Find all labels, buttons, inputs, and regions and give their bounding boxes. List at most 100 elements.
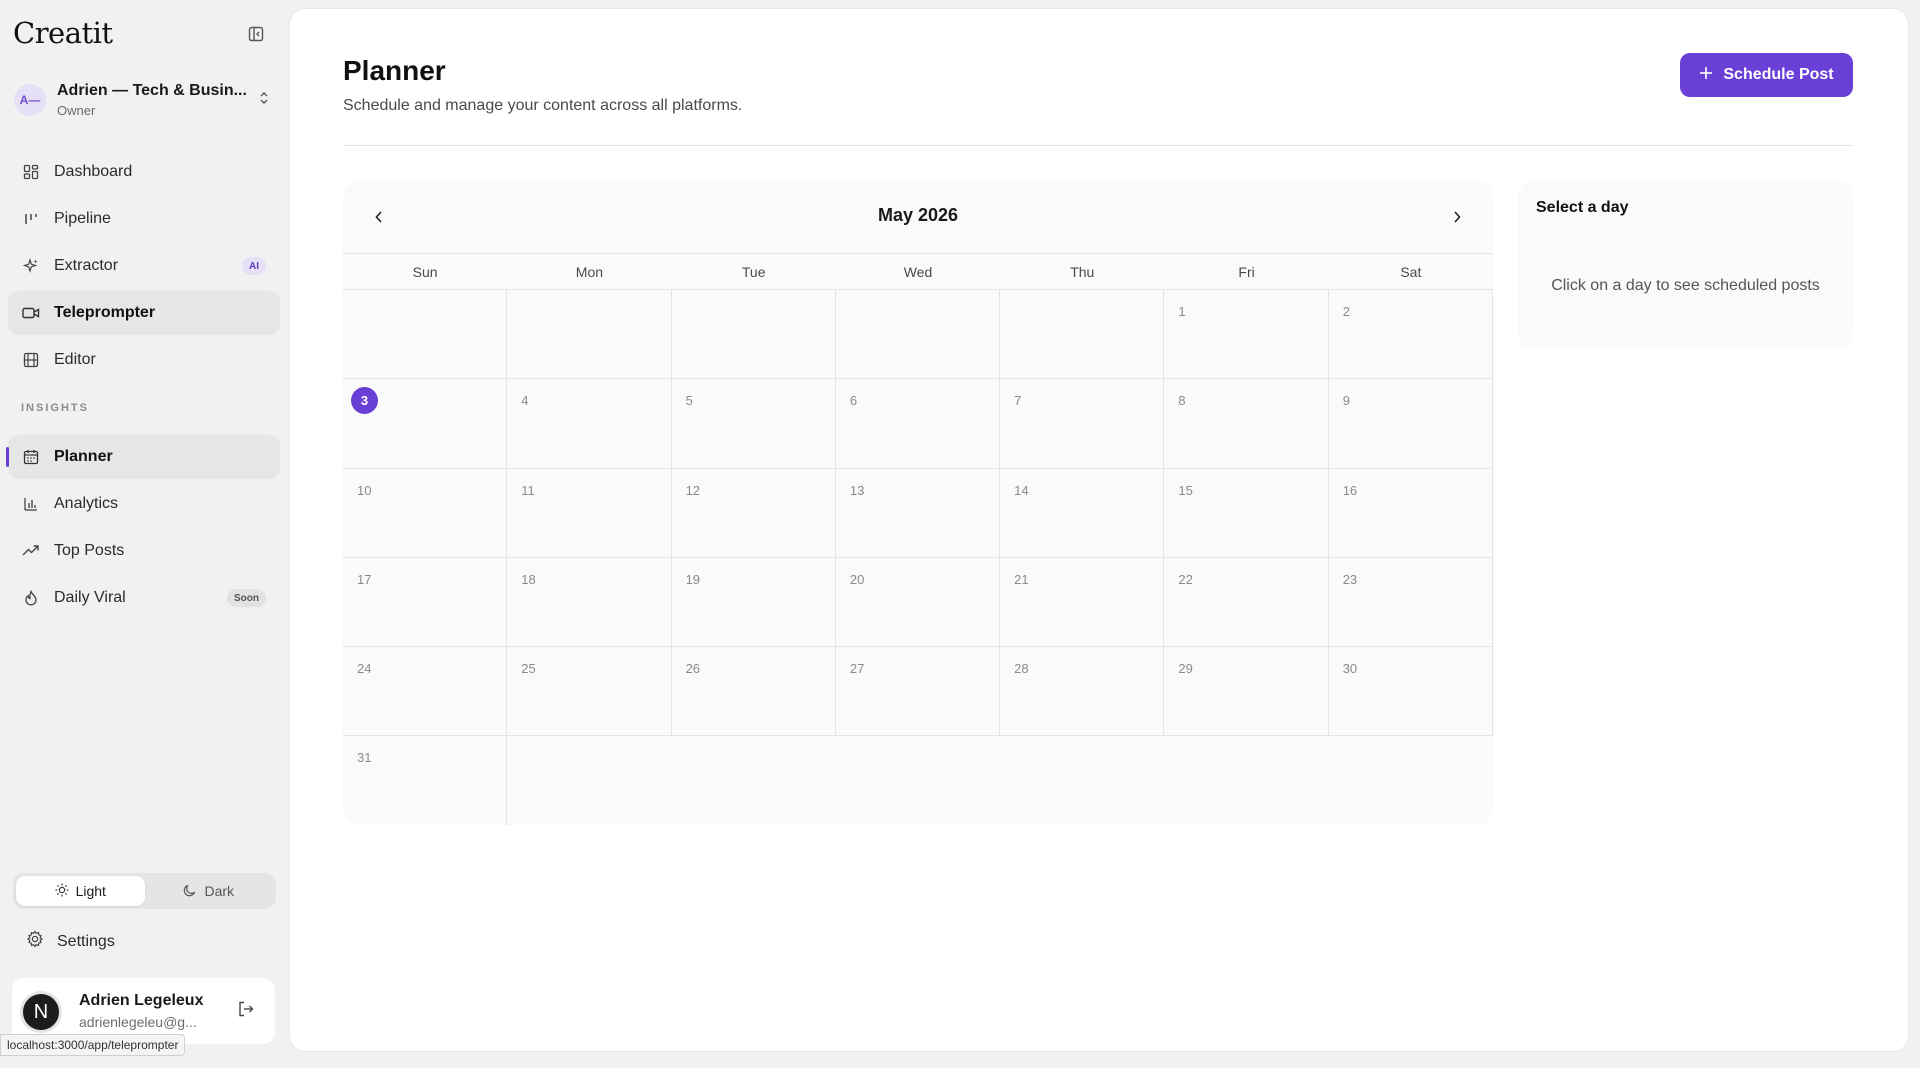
- sidebar-item-teleprompter[interactable]: Teleprompter: [8, 291, 280, 335]
- calendar-day[interactable]: 7: [1000, 379, 1165, 469]
- avatar: N: [20, 991, 62, 1033]
- calendar: May 2026 Sun Mon Tue Wed Thu Fri Sat 123456789…: [343, 181, 1493, 825]
- chevron-up-down-icon: [258, 90, 270, 111]
- settings-link[interactable]: Settings: [26, 930, 115, 953]
- calendar-day[interactable]: 26: [671, 647, 836, 737]
- calendar-empty-cell: [835, 290, 1001, 380]
- day-details-panel: Select a day Click on a day to see sched…: [1518, 181, 1853, 349]
- calendar-day[interactable]: 18: [507, 557, 672, 648]
- soon-badge: Soon: [227, 589, 266, 607]
- theme-light-button[interactable]: Light: [16, 876, 145, 906]
- calendar-empty-cell: [671, 290, 836, 380]
- workspace-switcher[interactable]: A— Adrien — Tech & Busin... Owner: [14, 80, 276, 120]
- calendar-day[interactable]: 10: [343, 468, 508, 558]
- calendar-day[interactable]: 30: [1328, 647, 1493, 737]
- theme-toggle: Light Dark: [13, 873, 276, 909]
- theme-dark-label: Dark: [204, 883, 235, 899]
- day-number: 7: [1014, 393, 1022, 409]
- calendar-empty-cell: [343, 290, 508, 380]
- schedule-post-label: Schedule Post: [1723, 66, 1834, 83]
- calendar-day[interactable]: 4: [507, 379, 672, 469]
- sidebar-item-label: Analytics: [54, 495, 119, 512]
- video-icon: [22, 304, 40, 322]
- calendar-day[interactable]: 8: [1164, 379, 1329, 469]
- moon-icon: [183, 883, 197, 900]
- calendar-day[interactable]: 19: [671, 557, 836, 648]
- ai-badge: AI: [242, 257, 266, 275]
- calendar-day[interactable]: 28: [1000, 647, 1165, 737]
- calendar-day[interactable]: 22: [1164, 557, 1329, 648]
- sidebar-item-label: Daily Viral: [54, 589, 126, 606]
- day-number: 13: [849, 482, 865, 498]
- calendar-day[interactable]: 15: [1164, 468, 1329, 558]
- link-status-url: localhost:3000/app/teleprompter: [0, 1034, 186, 1056]
- sidebar-item-pipeline[interactable]: Pipeline: [8, 197, 280, 241]
- sidebar-item-dashboard[interactable]: Dashboard: [8, 150, 280, 194]
- sidebar-item-label: Pipeline: [54, 210, 111, 227]
- sidebar-item-analytics[interactable]: Analytics: [8, 482, 280, 526]
- user-name: Adrien Legeleux: [79, 992, 204, 1009]
- calendar-empty-cell: [507, 290, 672, 380]
- day-number: 29: [1178, 661, 1193, 677]
- sidebar: Creatit A— Adrien — Tech & Busin... Owne…: [0, 0, 289, 1068]
- calendar-day[interactable]: 9: [1328, 379, 1493, 469]
- day-number: 16: [1342, 482, 1358, 498]
- day-number: 25: [521, 661, 536, 677]
- day-number: 20: [849, 571, 865, 587]
- calendar-day[interactable]: 5: [671, 379, 836, 469]
- calendar-day[interactable]: 13: [835, 468, 1001, 558]
- dashboard-icon: [22, 163, 40, 181]
- weekday-header: Mon: [575, 263, 604, 280]
- page-subtitle: Schedule and manage your content across …: [343, 97, 743, 114]
- calendar-header: May 2026: [343, 181, 1493, 253]
- gear-icon: [26, 930, 44, 953]
- calendar-day[interactable]: 11: [507, 468, 672, 558]
- calendar-day[interactable]: 23: [1328, 557, 1493, 648]
- calendar-day[interactable]: 12: [671, 468, 836, 558]
- chevron-right-icon[interactable]: [1445, 205, 1469, 229]
- calendar-day[interactable]: 14: [1000, 468, 1165, 558]
- theme-dark-button[interactable]: Dark: [145, 876, 274, 906]
- calendar-day-today[interactable]: 3: [343, 379, 508, 469]
- calendar-day[interactable]: 31: [343, 736, 508, 825]
- collapse-sidebar-icon[interactable]: [246, 24, 266, 44]
- day-number: 17: [357, 571, 372, 587]
- sidebar-item-label: Editor: [54, 351, 96, 368]
- day-number: 2: [1342, 304, 1350, 319]
- calendar-month-label: May 2026: [877, 205, 959, 225]
- day-number: 3: [351, 387, 378, 415]
- calendar-day[interactable]: 17: [343, 557, 508, 648]
- calendar-day[interactable]: 27: [835, 647, 1001, 737]
- app-logo[interactable]: Creatit: [13, 16, 113, 50]
- sidebar-item-planner[interactable]: Planner: [6, 435, 280, 479]
- day-number: 6: [849, 393, 858, 409]
- day-number: 28: [1014, 661, 1029, 677]
- sidebar-item-top-posts[interactable]: Top Posts: [8, 529, 280, 573]
- logout-icon[interactable]: [237, 1000, 255, 1023]
- sidebar-item-extractor[interactable]: Extractor AI: [8, 244, 280, 288]
- calendar-grid: 1 2 3 4 5 6 7 8 9 10 11 12 13 14 15 16 17 18 19 20 21 22 23 24 2…: [343, 290, 1493, 825]
- calendar-day[interactable]: 16: [1328, 468, 1493, 558]
- bar-chart-icon: [22, 495, 40, 513]
- sidebar-item-editor[interactable]: Editor: [8, 338, 280, 382]
- day-number: 19: [685, 571, 701, 587]
- settings-label: Settings: [57, 932, 115, 950]
- weekday-header: Fri: [1238, 263, 1255, 280]
- schedule-post-button[interactable]: Schedule Post: [1680, 53, 1853, 97]
- calendar-day[interactable]: 1: [1164, 290, 1329, 380]
- calendar-day[interactable]: 6: [835, 379, 1001, 469]
- calendar-day[interactable]: 29: [1164, 647, 1329, 737]
- calendar-day[interactable]: 21: [1000, 557, 1165, 648]
- user-email: adrienlegeleu@g...: [79, 1014, 197, 1030]
- weekday-header: Sat: [1400, 263, 1422, 280]
- weekday-header: Wed: [903, 263, 933, 280]
- weekday-header: Tue: [741, 263, 766, 280]
- day-number: 10: [357, 482, 372, 498]
- calendar-day[interactable]: 24: [343, 647, 508, 737]
- calendar-empty-cell: [1000, 290, 1165, 380]
- sidebar-item-daily-viral[interactable]: Daily Viral Soon: [8, 576, 280, 620]
- day-number: 22: [1178, 571, 1193, 587]
- calendar-day[interactable]: 2: [1328, 290, 1493, 380]
- calendar-day[interactable]: 25: [507, 647, 672, 737]
- calendar-day[interactable]: 20: [835, 557, 1001, 648]
